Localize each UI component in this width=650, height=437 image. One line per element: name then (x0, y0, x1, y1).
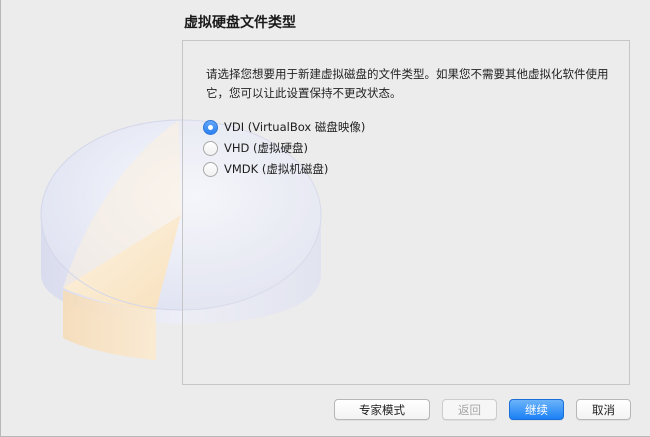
option-label: VHD (虚拟硬盘) (224, 141, 308, 155)
radio-unselected-icon[interactable] (203, 140, 218, 156)
content-panel: 请选择您想要用于新建虚拟磁盘的文件类型。如果您不需要其他虚拟化软件使用它，您可以… (182, 40, 630, 385)
wizard-window: 虚拟硬盘文件类型 请选择您想要用于新建虚拟磁盘的文件类型。如果您不需要其他虚拟化… (0, 0, 650, 437)
expert-mode-button[interactable]: 专家模式 (334, 399, 430, 420)
option-vhd[interactable]: VHD (虚拟硬盘) (203, 139, 308, 157)
cancel-button[interactable]: 取消 (576, 399, 631, 420)
back-button[interactable]: 返回 (442, 399, 497, 420)
description-text: 请选择您想要用于新建虚拟磁盘的文件类型。如果您不需要其他虚拟化软件使用它，您可以… (206, 67, 609, 100)
option-vmdk[interactable]: VMDK (虚拟机磁盘) (203, 160, 328, 178)
radio-selected-icon[interactable] (203, 119, 218, 135)
option-label: VMDK (虚拟机磁盘) (224, 162, 329, 176)
continue-button[interactable]: 继续 (509, 399, 564, 420)
option-label: VDI (VirtualBox 磁盘映像) (224, 120, 366, 134)
option-vdi[interactable]: VDI (VirtualBox 磁盘映像) (203, 118, 365, 136)
page-title: 虚拟硬盘文件类型 (184, 15, 296, 31)
radio-unselected-icon[interactable] (203, 161, 218, 177)
